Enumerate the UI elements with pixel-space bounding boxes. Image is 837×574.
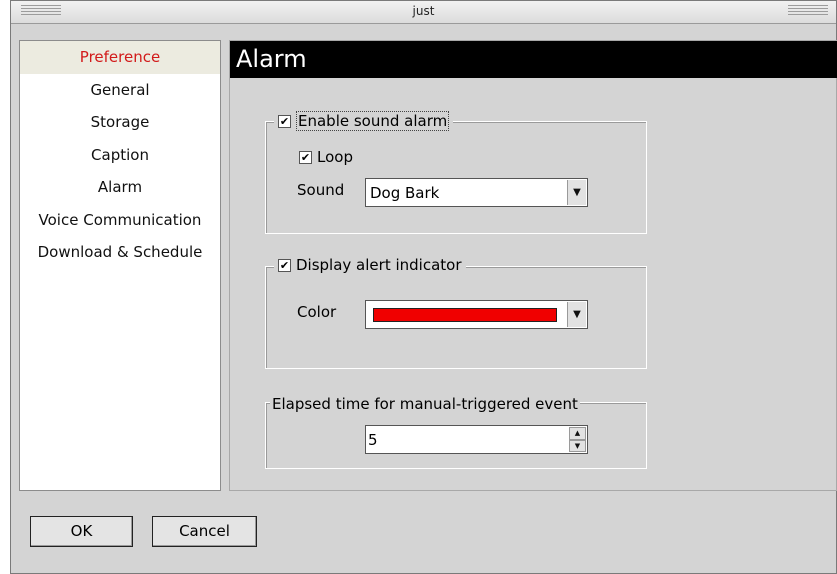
alarm-panel: Alarm ✔ Enable sound alarm ✔ Loop Sound …	[229, 40, 837, 491]
nav-item-caption[interactable]: Caption	[20, 139, 220, 172]
cancel-button[interactable]: Cancel	[152, 516, 257, 547]
nav-item-general[interactable]: General	[20, 74, 220, 107]
display-alert-indicator-checkbox[interactable]: ✔	[278, 258, 291, 272]
sound-select[interactable]: Dog Bark ▼	[365, 178, 588, 207]
nav-item-alarm[interactable]: Alarm	[20, 171, 220, 204]
enable-sound-alarm-label: Enable sound alarm	[296, 111, 450, 131]
elapsed-time-stepper[interactable]: 5 ▲ ▼	[365, 425, 588, 454]
settings-nav: Preference General Storage Caption Alarm…	[19, 40, 221, 491]
color-label: Color	[297, 303, 337, 321]
chevron-down-icon[interactable]: ▼	[567, 180, 586, 205]
ok-button[interactable]: OK	[30, 516, 133, 547]
nav-item-preference[interactable]: Preference	[20, 41, 220, 74]
nav-item-voice-communication[interactable]: Voice Communication	[20, 204, 220, 237]
color-select[interactable]: ▼	[365, 300, 588, 329]
chevron-down-icon[interactable]: ▼	[567, 302, 586, 327]
alert-indicator-toggle[interactable]: ✔ Display alert indicator	[274, 256, 466, 274]
nav-item-download-schedule[interactable]: Download & Schedule	[20, 236, 220, 269]
display-alert-indicator-label: Display alert indicator	[296, 256, 462, 274]
sound-select-value: Dog Bark	[370, 184, 440, 202]
sound-label: Sound	[297, 181, 345, 199]
title-bar[interactable]: just	[11, 1, 836, 24]
enable-sound-alarm-checkbox[interactable]: ✔	[278, 114, 291, 128]
nav-item-storage[interactable]: Storage	[20, 106, 220, 139]
color-swatch	[373, 308, 557, 322]
page-title: Alarm	[230, 41, 837, 78]
elapsed-time-label: Elapsed time for manual-triggered event	[270, 395, 580, 413]
window-title: just	[412, 4, 435, 18]
window-control-icon[interactable]	[788, 5, 828, 17]
stepper-up-icon[interactable]: ▲	[569, 427, 586, 440]
loop-label: Loop	[317, 148, 353, 166]
elapsed-time-value: 5	[368, 431, 378, 449]
loop-option[interactable]: ✔ Loop	[299, 148, 353, 166]
loop-checkbox[interactable]: ✔	[299, 150, 312, 164]
stepper-down-icon[interactable]: ▼	[569, 439, 586, 452]
preferences-window: just Preference General Storage Caption …	[10, 0, 837, 574]
stepper-buttons: ▲ ▼	[569, 427, 586, 452]
sound-alarm-toggle[interactable]: ✔ Enable sound alarm	[274, 111, 454, 131]
